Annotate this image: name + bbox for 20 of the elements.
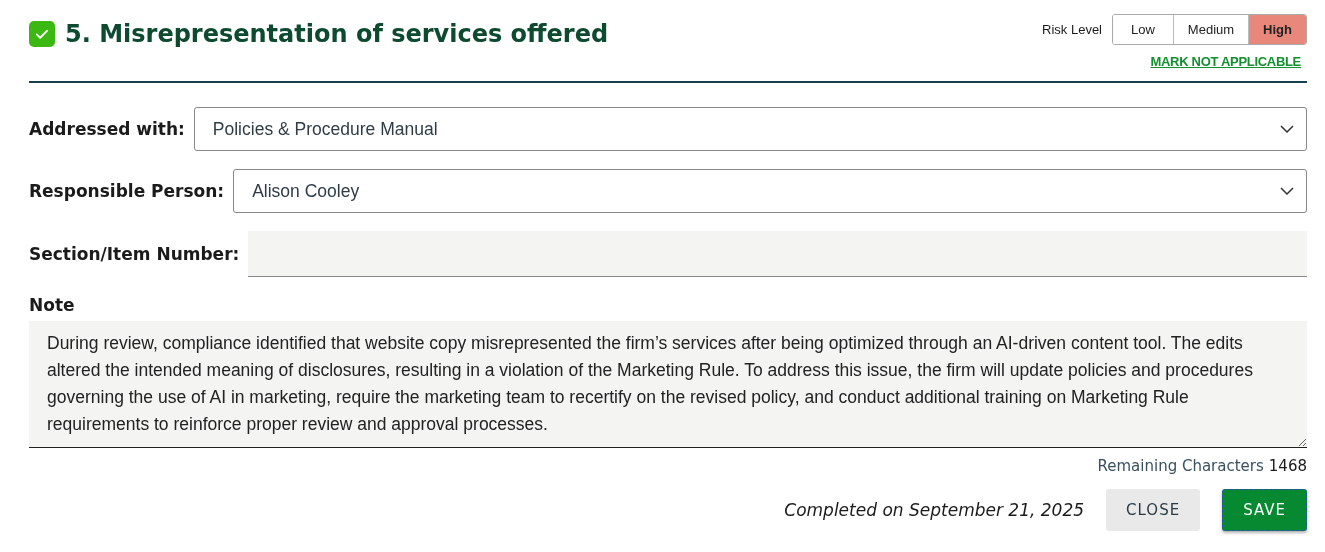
dropdown[interactable]: Policies & Procedure Manual	[193, 107, 1307, 151]
chevron-down-icon	[1280, 187, 1294, 195]
save-button[interactable]: SAVE	[1222, 489, 1307, 531]
mark-not-applicable-link[interactable]: MARK NOT APPLICABLE	[1150, 54, 1301, 69]
remaining-characters-label: Remaining Characters	[1097, 457, 1264, 475]
field-label: Section/Item Number:	[29, 244, 240, 264]
chevron-down-icon	[1280, 125, 1294, 133]
risk-level-option[interactable]: High	[1248, 15, 1306, 44]
close-button[interactable]: CLOSE	[1106, 489, 1201, 531]
note-field[interactable]: During review, compliance identified that website copy misrepresented the firm’s services after being optimized through an AI-driven content tool. The edits altered the intended meaning of disclosures, resulting in a violation of the Marketing Rule. To address this issue, the firm will update policies and procedures governing the use of AI in marketing, require the marketing team to recertify on the revised policy, and conduct additional training on Marketing Rule requirements to reinforce proper review and approval processes.	[29, 321, 1307, 448]
field-label: Addressed with:	[29, 119, 185, 139]
note-label: Note	[29, 295, 76, 315]
dropdown[interactable]: Alison Cooley	[233, 169, 1307, 213]
risk-level-label: Risk Level	[1042, 22, 1102, 37]
completed-date: Completed on September 21, 2025	[784, 500, 1085, 520]
field-label: Responsible Person:	[29, 181, 225, 201]
remaining-characters-count: 1468	[1268, 457, 1307, 475]
section-title: 5. Misrepresentation of services offered	[65, 20, 609, 48]
input-field[interactable]	[248, 231, 1307, 277]
checkbox[interactable]	[29, 21, 55, 47]
